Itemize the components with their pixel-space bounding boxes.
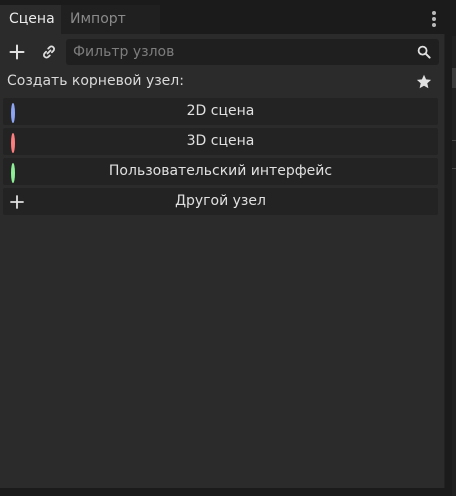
- option-label: Пользовательский интерфейс: [108, 163, 333, 179]
- tab-bar: Сцена Импорт: [0, 5, 445, 34]
- create-root-label: Создать корневой узел:: [7, 73, 184, 89]
- plus-icon: [9, 44, 25, 60]
- add-node-button[interactable]: [4, 39, 30, 65]
- tab-import[interactable]: Импорт: [61, 5, 160, 34]
- create-root-header: Создать корневой узел:: [0, 70, 445, 94]
- root-user-interface-button[interactable]: Пользовательский интерфейс: [3, 158, 438, 185]
- option-label: 2D сцена: [186, 103, 255, 119]
- scene-toolbar: [0, 34, 445, 70]
- link-icon: [43, 45, 55, 59]
- option-label: Другой узел: [175, 193, 266, 209]
- dock-menu-button[interactable]: [426, 9, 442, 31]
- star-icon: [416, 74, 432, 89]
- option-label: 3D сцена: [186, 133, 255, 149]
- node-filter-input[interactable]: [66, 39, 406, 65]
- instance-scene-button[interactable]: [36, 39, 62, 65]
- favorites-button[interactable]: [415, 73, 433, 91]
- adjacent-panel-edge: [452, 36, 456, 496]
- kebab-menu-icon: [432, 11, 436, 15]
- root-2d-scene-button[interactable]: 2D сцена: [3, 98, 438, 125]
- tab-scene[interactable]: Сцена: [0, 5, 61, 34]
- root-other-node-button[interactable]: Другой узел: [3, 188, 438, 215]
- search-icon: [417, 45, 431, 59]
- scene-dock: Сцена Импорт Фильтр узлов Создать корнев…: [0, 0, 456, 496]
- root-3d-scene-button[interactable]: 3D сцена: [3, 128, 438, 155]
- scene-panel: Создать корневой узел: 2D сцена 3D сцена…: [0, 34, 445, 488]
- node-filter: [66, 39, 439, 65]
